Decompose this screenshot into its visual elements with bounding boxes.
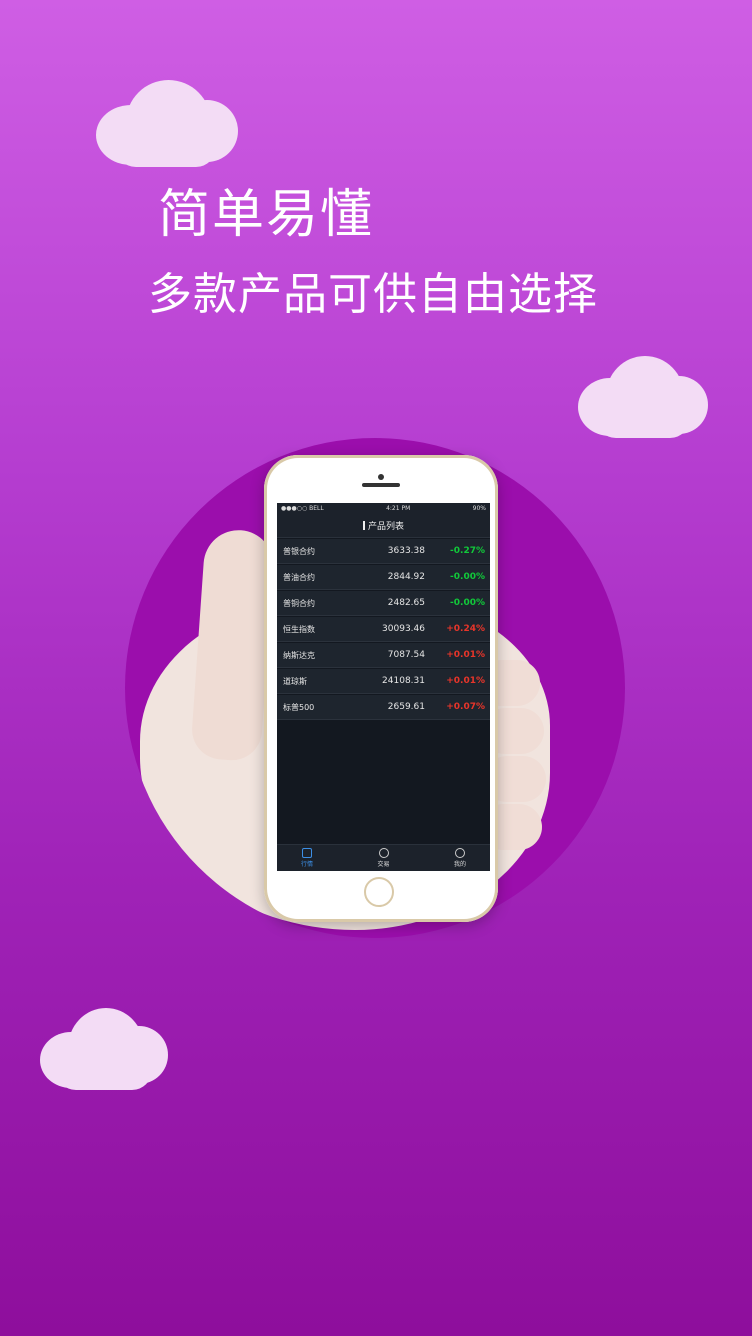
cloud-right	[578, 356, 708, 440]
tab-bar: 行情 交易 我的	[277, 844, 490, 871]
product-name: 道琼斯	[283, 676, 307, 686]
product-price: 24108.31	[382, 676, 425, 686]
product-change: -0.27%	[450, 546, 485, 556]
speaker-icon	[362, 483, 400, 487]
product-row[interactable]: 道琼斯 24108.31 +0.01%	[277, 669, 490, 694]
cloud-bottom-left	[40, 1008, 170, 1092]
product-price: 30093.46	[382, 624, 425, 634]
tab-label: 交易	[377, 861, 390, 868]
carrier-label: ●●●○○ BELL	[281, 504, 324, 512]
product-row[interactable]: 普油合约 2844.92 -0.00%	[277, 565, 490, 590]
product-row[interactable]: 纳斯达克 7087.54 +0.01%	[277, 643, 490, 668]
chart-icon	[302, 848, 312, 858]
tab-label: 行情	[300, 861, 313, 868]
product-change: +0.01%	[446, 650, 485, 660]
product-change: +0.07%	[446, 702, 485, 712]
nav-bar: 产品列表	[277, 513, 490, 538]
page-title: 产品列表	[367, 521, 404, 532]
product-row[interactable]: 恒生指数 30093.46 +0.24%	[277, 617, 490, 642]
camera-icon	[378, 474, 384, 480]
product-price: 2659.61	[387, 702, 425, 712]
product-change: +0.24%	[446, 624, 485, 634]
product-name: 普铜合约	[283, 598, 315, 608]
product-name: 普银合约	[283, 546, 315, 556]
headline: 简单易懂	[158, 185, 375, 245]
product-change: +0.01%	[446, 676, 485, 686]
product-row[interactable]: 普铜合约 2482.65 -0.00%	[277, 591, 490, 616]
product-name: 恒生指数	[283, 624, 315, 634]
product-price: 3633.38	[387, 546, 425, 556]
phone-screen: ●●●○○ BELL 4:21 PM 90% 产品列表 普银合约 3633.38 -…	[277, 503, 490, 871]
phone-mockup: ●●●○○ BELL 4:21 PM 90% 产品列表 普银合约 3633.38 -…	[264, 455, 498, 922]
product-row[interactable]: 标普500 2659.61 +0.07%	[277, 695, 490, 720]
tab-user[interactable]: 我的	[430, 848, 490, 868]
title-marker-icon	[362, 520, 365, 530]
product-price: 2482.65	[387, 598, 425, 608]
product-name: 普油合约	[283, 572, 315, 582]
user-icon	[455, 848, 465, 858]
subheadline: 多款产品可供自由选择	[148, 269, 598, 320]
product-price: 7087.54	[387, 650, 425, 660]
tab-trade[interactable]: 交易	[354, 848, 414, 868]
product-price: 2844.92	[387, 572, 425, 582]
tab-chart[interactable]: 行情	[277, 848, 337, 868]
product-change: -0.00%	[450, 598, 485, 608]
product-change: -0.00%	[450, 572, 485, 582]
product-row[interactable]: 普银合约 3633.38 -0.27%	[277, 539, 490, 564]
product-name: 标普500	[283, 702, 315, 712]
cloud-top-left	[96, 80, 241, 170]
status-bar: ●●●○○ BELL 4:21 PM 90%	[277, 503, 490, 513]
product-name: 纳斯达克	[283, 650, 315, 660]
tab-label: 我的	[453, 861, 466, 868]
product-list: 普银合约 3633.38 -0.27% 普油合约 2844.92 -0.00% 普铜合约 24…	[277, 539, 490, 720]
trade-icon	[378, 848, 389, 858]
time-label: 4:21 PM	[386, 504, 411, 512]
home-button[interactable]	[364, 877, 394, 907]
battery-label: 90%	[472, 504, 486, 512]
